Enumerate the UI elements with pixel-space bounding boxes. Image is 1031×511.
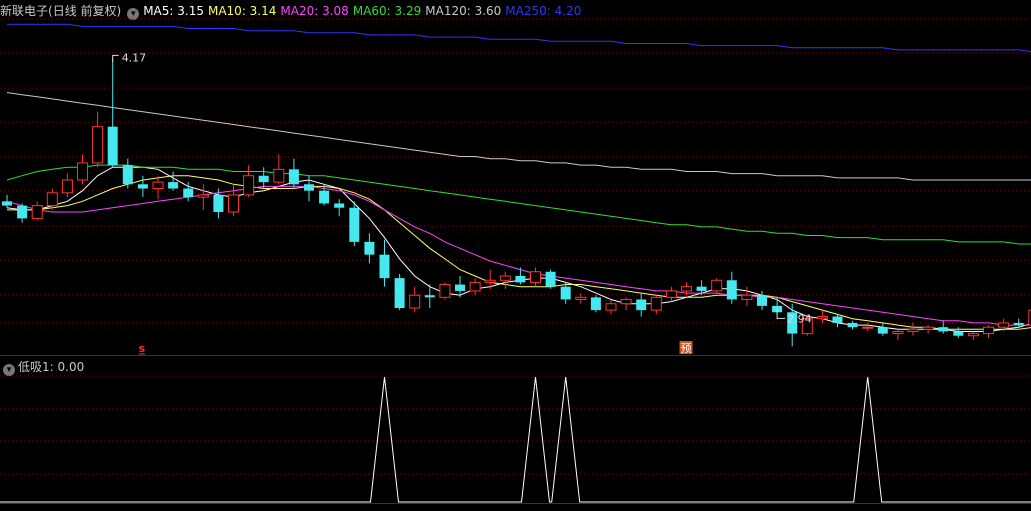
candle-body (394, 278, 405, 308)
bottom-strip (0, 505, 1031, 511)
candle-body (816, 316, 828, 320)
candle-body (197, 194, 209, 198)
candle-body (213, 194, 224, 212)
ma-line-ma10 (7, 175, 1031, 330)
candle-body (575, 296, 587, 300)
candle-body (183, 188, 194, 198)
candle-body (349, 207, 360, 242)
candle-body (892, 330, 904, 335)
ma-line-ma5 (6, 166, 1031, 332)
candle-body (560, 286, 571, 300)
candle-body (288, 169, 299, 185)
candle-body (998, 322, 1010, 328)
candle-body (711, 279, 723, 292)
candle-body (439, 284, 451, 298)
candle-body (77, 162, 88, 181)
candle-body (228, 194, 239, 213)
candle-body (530, 271, 541, 283)
candle-body (605, 303, 617, 311)
ma-line-ma250 (7, 23, 1031, 53)
marker-s: s (139, 342, 146, 355)
candle-body (515, 276, 526, 283)
candle-body (273, 168, 285, 183)
candle-body (243, 175, 255, 196)
candle-body (455, 284, 465, 291)
kline-chart[interactable]: 4.17 2.94 s 预 (0, 0, 1031, 505)
candle-body (650, 296, 662, 311)
candle-body (2, 201, 12, 206)
candle-body (484, 279, 496, 283)
candle-body (364, 241, 375, 255)
candle-body (545, 271, 556, 287)
high-price-label: 4.17 (122, 51, 147, 64)
candle-body (696, 286, 707, 291)
low-price-label: 2.94 (787, 312, 812, 325)
candle-body (31, 205, 43, 219)
candle-body (409, 294, 421, 309)
candle-body (499, 275, 511, 281)
candle-body (907, 328, 919, 332)
kline-window: 新联电子(日线 前复权) ▾ MA5: 3.15 MA10: 3.14 MA20: 3.… (0, 0, 1031, 511)
candle-body (304, 184, 314, 191)
indicator-line (0, 376, 1031, 503)
candle-body (847, 322, 858, 328)
candle-body (938, 327, 949, 332)
candle-body (832, 316, 843, 323)
candle-body (379, 254, 390, 279)
candle-body (137, 184, 148, 189)
candle-body (1013, 322, 1024, 326)
candle-body (922, 326, 934, 330)
candle-body (741, 294, 753, 300)
ma-line-ma20 (6, 185, 1031, 326)
candle-body (590, 297, 601, 311)
candle-body (334, 203, 345, 208)
candle-body (665, 290, 677, 298)
marker-yu: 预 (681, 342, 692, 355)
candle-body (258, 175, 269, 183)
candle-body (107, 126, 118, 166)
candle-body (122, 165, 133, 185)
candle-body (92, 126, 104, 164)
candle-body (862, 326, 874, 329)
candle-body (61, 179, 73, 194)
candle-body (681, 286, 692, 292)
candle-body (168, 182, 179, 189)
candle-body (967, 333, 979, 337)
candle-body (636, 299, 647, 311)
candle-body (469, 281, 481, 292)
candle-body (877, 327, 888, 334)
candle-body (983, 326, 994, 335)
candle-body (319, 190, 330, 204)
candle-body (726, 280, 737, 300)
candle-body (46, 192, 58, 207)
candle-body (152, 181, 164, 190)
candle-body (620, 298, 632, 305)
candle-body (953, 331, 964, 336)
high-marker-line (112, 54, 119, 63)
candle-body (424, 295, 435, 298)
candle-body (757, 295, 767, 306)
candle-body (17, 205, 28, 219)
